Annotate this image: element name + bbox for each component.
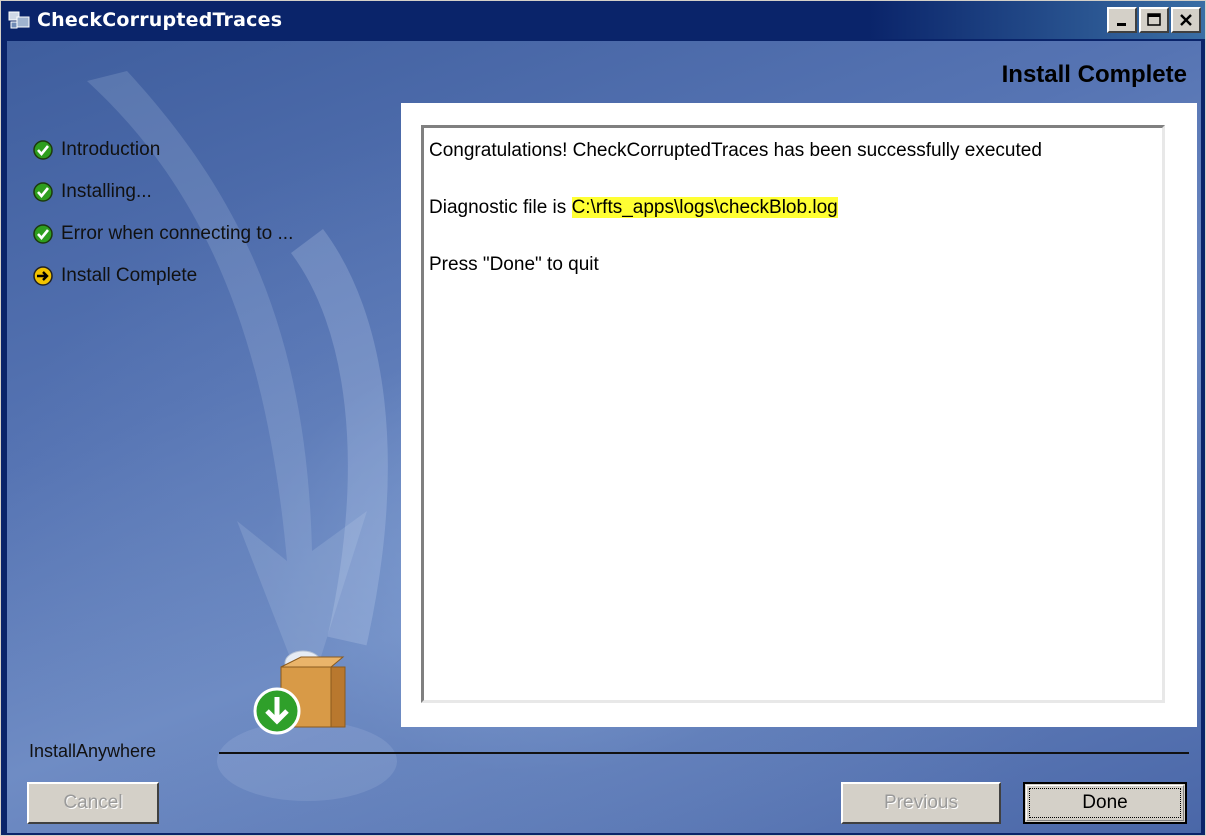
page-title: Install Complete	[1001, 61, 1187, 88]
check-circle-icon	[33, 224, 53, 244]
window-controls	[1107, 7, 1201, 33]
diagnostic-file-line: Diagnostic file is C:\rfts_apps\logs\che…	[429, 193, 1152, 222]
step-item-introduction: Introduction	[33, 129, 293, 171]
title-bar[interactable]: CheckCorruptedTraces	[1, 1, 1205, 39]
minimize-icon	[1117, 23, 1126, 26]
step-list: Introduction Installing... Error when co…	[33, 129, 293, 297]
minimize-button[interactable]	[1107, 7, 1137, 33]
message-text-area: Congratulations! CheckCorruptedTraces ha…	[429, 136, 1152, 279]
step-label: Installing...	[61, 181, 152, 202]
maximize-icon	[1147, 13, 1161, 26]
message-panel: Congratulations! CheckCorruptedTraces ha…	[421, 125, 1165, 703]
quit-instruction: Press "Done" to quit	[429, 254, 599, 275]
maximize-button[interactable]	[1139, 7, 1169, 33]
step-label: Introduction	[61, 139, 161, 160]
step-item-error-connecting: Error when connecting to ...	[33, 213, 293, 255]
step-item-installing: Installing...	[33, 171, 293, 213]
install-box-graphic	[243, 637, 353, 737]
diagnostic-file-prefix: Diagnostic file is	[429, 197, 572, 218]
congratulations-message: Congratulations! CheckCorruptedTraces ha…	[429, 140, 1042, 161]
done-button[interactable]: Done	[1023, 782, 1187, 824]
message-panel-frame: Congratulations! CheckCorruptedTraces ha…	[401, 103, 1197, 727]
installanywhere-brand: InstallAnywhere	[29, 741, 157, 761]
installer-content: Install Complete Introduction Installing…	[7, 41, 1201, 833]
step-label: Install Complete	[61, 265, 198, 286]
close-icon	[1180, 14, 1192, 26]
cancel-button[interactable]: Cancel	[27, 782, 159, 824]
app-icon	[7, 9, 31, 31]
window-title: CheckCorruptedTraces	[37, 9, 283, 31]
diagnostic-file-path[interactable]: C:\rfts_apps\logs\checkBlob.log	[571, 197, 838, 218]
brand-row: InstallAnywhere	[29, 741, 1189, 765]
step-label: Error when connecting to ...	[61, 223, 294, 244]
previous-button[interactable]: Previous	[841, 782, 1001, 824]
step-item-install-complete: Install Complete	[33, 255, 293, 297]
check-circle-icon	[33, 140, 53, 160]
arrow-right-circle-icon	[33, 266, 53, 286]
check-circle-icon	[33, 182, 53, 202]
done-button-label: Done	[1082, 792, 1128, 813]
footer-divider	[219, 752, 1189, 754]
close-button[interactable]	[1171, 7, 1201, 33]
installer-window: CheckCorruptedTraces Install Complete In…	[0, 0, 1206, 836]
